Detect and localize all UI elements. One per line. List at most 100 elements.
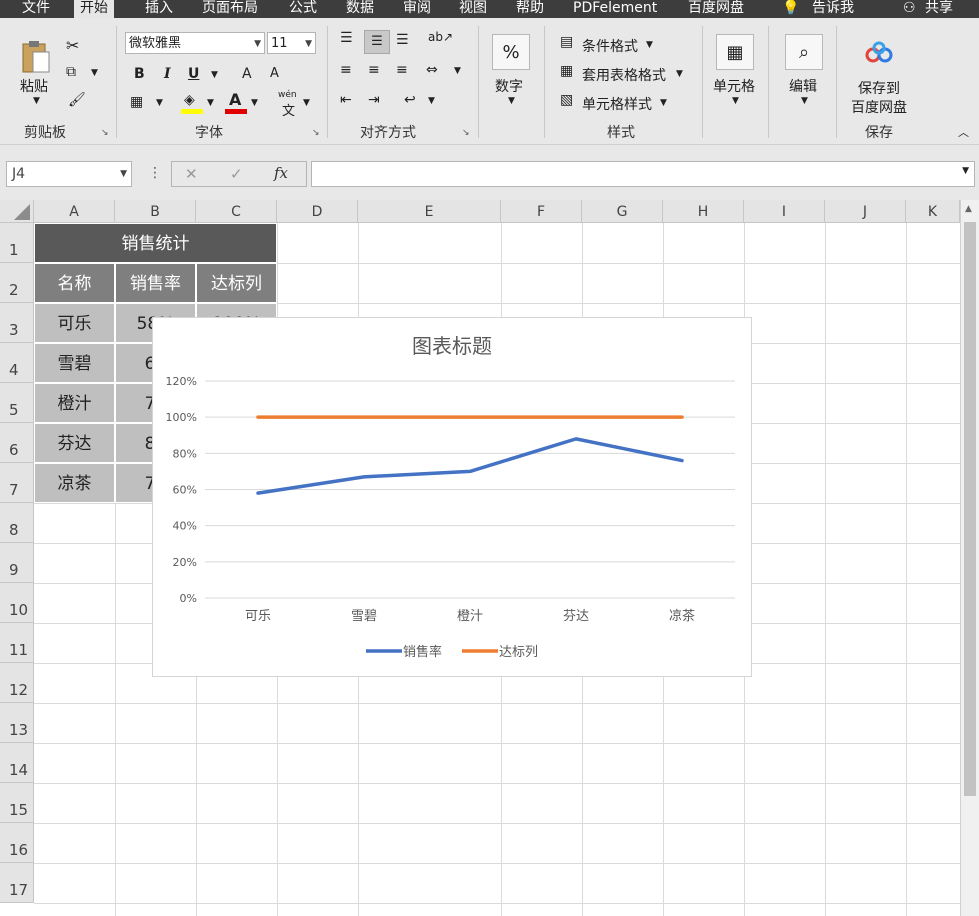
row-header-13[interactable]: 13 (0, 703, 34, 743)
cells-caret[interactable]: ▼ (732, 96, 739, 106)
share-button[interactable]: 共享 (925, 0, 953, 18)
edit-caret[interactable]: ▼ (801, 96, 808, 106)
column-header-J[interactable]: J (825, 200, 906, 223)
increase-indent-icon[interactable]: ⇥ (368, 92, 380, 108)
fill-color-button[interactable]: ◈ (181, 92, 203, 114)
row-header-2[interactable]: 2 (0, 263, 34, 303)
italic-button[interactable]: I (164, 66, 171, 82)
cut-icon[interactable]: ✂ (66, 36, 79, 55)
wrap-caret[interactable]: ▼ (428, 96, 435, 106)
cell-style-icon[interactable]: ▧ (560, 92, 573, 108)
align-top-icon[interactable]: ☰ (340, 30, 353, 46)
tab-0[interactable]: 文件 (22, 0, 50, 18)
decrease-indent-icon[interactable]: ⇤ (340, 92, 352, 108)
line-chart[interactable]: 图表标题 0% 20% 40% 60% 80% 100% 120% 可乐 雪碧 橙汁 芬达 凉茶 销售率 达… (152, 317, 752, 677)
table-name-cell[interactable]: 可乐 (34, 303, 115, 343)
column-header-C[interactable]: C (196, 200, 277, 223)
column-header-F[interactable]: F (501, 200, 582, 223)
column-header-G[interactable]: G (582, 200, 663, 223)
row-header-10[interactable]: 10 (0, 583, 34, 623)
name-box[interactable]: J4 ▼ (6, 161, 132, 187)
cell-style-button[interactable]: 单元格样式 (582, 94, 652, 114)
table-format-button[interactable]: 套用表格格式 (582, 65, 666, 85)
tab-4[interactable]: 公式 (289, 0, 317, 18)
dialog-launcher-icon[interactable]: ↘ (462, 128, 470, 138)
column-header-E[interactable]: E (358, 200, 501, 223)
tab-3[interactable]: 页面布局 (202, 0, 258, 18)
table-header-cell[interactable]: 销售率 (115, 263, 196, 303)
tab-8[interactable]: 帮助 (516, 0, 544, 18)
cells-button[interactable]: ▦ (716, 34, 754, 70)
paste-button[interactable] (20, 40, 52, 74)
save-baidu-line1[interactable]: 保存到 (858, 78, 900, 98)
border-icon[interactable]: ▦ (130, 94, 143, 110)
scrollbar-thumb[interactable] (964, 222, 976, 796)
table-format-icon[interactable]: ▦ (560, 63, 573, 79)
row-header-17[interactable]: 17 (0, 863, 34, 903)
orientation-icon[interactable]: ab↗ (428, 30, 453, 44)
conditional-format-icon[interactable]: ▤ (560, 34, 573, 50)
align-center-icon[interactable]: ≡ (368, 62, 380, 78)
table-title-cell[interactable]: 销售统计 (34, 223, 277, 263)
tab-10[interactable]: 百度网盘 (688, 0, 744, 18)
column-header-I[interactable]: I (744, 200, 825, 223)
row-header-3[interactable]: 3 (0, 303, 34, 343)
column-header-H[interactable]: H (663, 200, 744, 223)
select-all-corner[interactable] (0, 200, 34, 223)
align-bottom-icon[interactable]: ☰ (396, 32, 409, 48)
column-header-D[interactable]: D (277, 200, 358, 223)
fill-caret[interactable]: ▼ (207, 98, 214, 108)
conditional-format-button[interactable]: 条件格式 (582, 36, 638, 56)
font-color-caret[interactable]: ▼ (251, 98, 258, 108)
save-baidu-line2[interactable]: 百度网盘 (851, 97, 907, 117)
copy-caret[interactable]: ▼ (91, 68, 98, 78)
enter-icon[interactable]: ✓ (230, 165, 243, 183)
table-header-cell[interactable]: 名称 (34, 263, 115, 303)
underline-caret[interactable]: ▼ (211, 70, 218, 80)
table-name-cell[interactable]: 凉茶 (34, 463, 115, 503)
border-caret[interactable]: ▼ (156, 98, 163, 108)
lightbulb-icon[interactable]: 💡 (782, 0, 799, 18)
number-format-button[interactable]: % (492, 34, 530, 70)
edit-button[interactable]: ⌕ (785, 34, 823, 70)
grow-font-button[interactable]: A (242, 66, 252, 82)
merge-center-icon[interactable]: ⇔ (426, 62, 438, 78)
baidu-cloud-icon[interactable] (864, 40, 894, 66)
dialog-launcher-icon[interactable]: ↘ (312, 128, 320, 138)
vertical-scrollbar[interactable]: ▲ (960, 200, 979, 916)
copy-icon[interactable]: ⧉ (66, 64, 76, 80)
phonetic-caret[interactable]: ▼ (303, 98, 310, 108)
dialog-launcher-icon[interactable]: ↘ (101, 128, 109, 138)
tell-me-box[interactable]: 告诉我 (812, 0, 854, 18)
font-color-button[interactable]: A (225, 90, 247, 114)
row-header-8[interactable]: 8 (0, 503, 34, 543)
phonetic-button[interactable]: wén 文 (278, 90, 298, 119)
row-header-16[interactable]: 16 (0, 823, 34, 863)
column-header-K[interactable]: K (906, 200, 960, 223)
align-left-icon[interactable]: ≡ (340, 62, 352, 78)
tab-6[interactable]: 审阅 (403, 0, 431, 18)
font-size-combo[interactable]: 11 ▼ (267, 32, 316, 54)
tab-7[interactable]: 视图 (459, 0, 487, 18)
bold-button[interactable]: B (134, 66, 145, 82)
formula-input[interactable]: ▼ (311, 161, 975, 187)
column-header-A[interactable]: A (34, 200, 115, 223)
tab-1[interactable]: 开始 (74, 0, 114, 18)
column-header-B[interactable]: B (115, 200, 196, 223)
align-middle-icon[interactable]: ☰ (364, 30, 390, 54)
scroll-up-icon[interactable]: ▲ (965, 204, 972, 214)
shrink-font-button[interactable]: A (270, 66, 279, 81)
font-name-combo[interactable]: 微软雅黑 ▼ (125, 32, 265, 54)
table-name-cell[interactable]: 雪碧 (34, 343, 115, 383)
table-header-cell[interactable]: 达标列 (196, 263, 277, 303)
tab-2[interactable]: 插入 (145, 0, 173, 18)
row-header-5[interactable]: 5 (0, 383, 34, 423)
tab-9[interactable]: PDFelement (573, 0, 657, 18)
insert-function-button[interactable]: fx (274, 164, 288, 182)
table-name-cell[interactable]: 橙汁 (34, 383, 115, 423)
row-header-7[interactable]: 7 (0, 463, 34, 503)
row-header-4[interactable]: 4 (0, 343, 34, 383)
row-header-12[interactable]: 12 (0, 663, 34, 703)
paste-caret[interactable]: ▼ (33, 96, 40, 106)
cancel-icon[interactable]: ✕ (185, 165, 198, 183)
